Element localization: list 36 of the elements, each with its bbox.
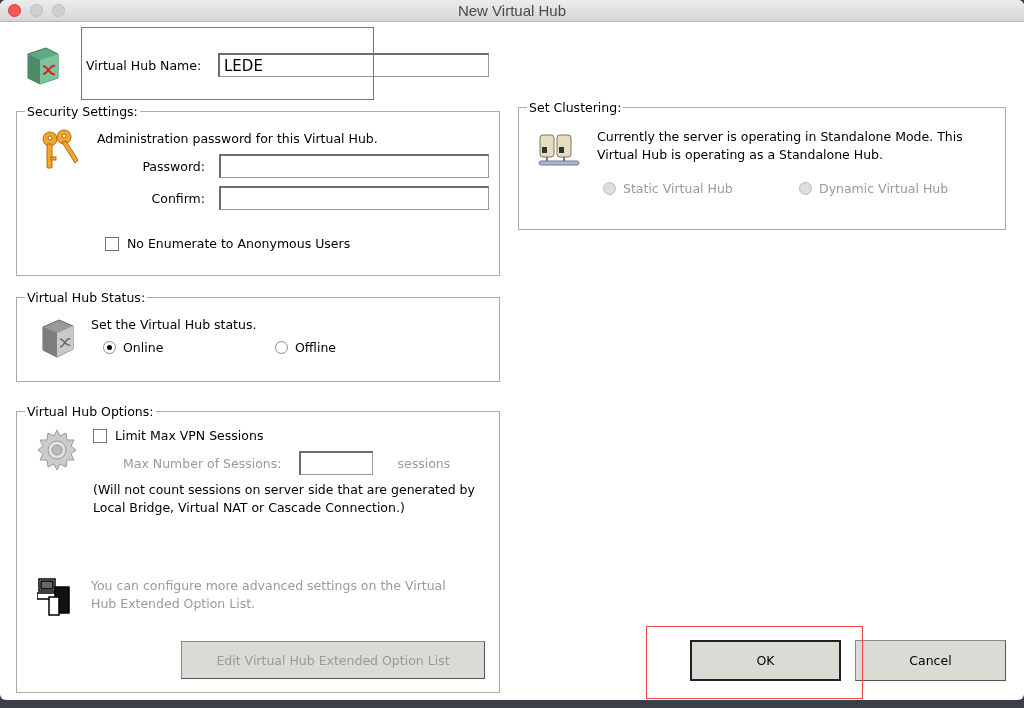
checkbox[interactable] (93, 428, 107, 443)
gear-icon (37, 429, 77, 471)
description-text: Set the Virtual Hub status. (91, 317, 258, 332)
field-label: Max Number of Sessions: (123, 455, 282, 471)
description-text: Currently the server is operating in Standalone Mode. This Virtual Hub is operating as a Standalone Hub. (597, 128, 964, 164)
checkbox-label: Limit Max VPN Sessions (115, 428, 264, 443)
description-text: You can configure more advanced settings on the Virtual Hub Extended Option List. (91, 577, 447, 613)
checkbox-label: No Enumerate to Anonymous Users (127, 236, 351, 251)
note-text: (Will not count sessions on server side that are generated by Local Bridge, Virtual NAT or Cascade Connection.) (93, 481, 476, 517)
unit-label: sessions (397, 455, 451, 471)
hub-icon (39, 317, 75, 359)
group-title: Virtual Hub Options: (26, 404, 155, 419)
group-title: Security Settings: (26, 104, 139, 119)
window-title: New Virtual Hub (457, 2, 567, 19)
radio-button[interactable] (103, 341, 116, 354)
group-title: Set Clustering: (528, 100, 623, 115)
description-text: Administration password for this Virtual Hub. (97, 131, 379, 146)
radio-button[interactable] (275, 341, 288, 354)
radio-label: Offline (295, 340, 336, 355)
dialog-button[interactable]: Cancel (855, 640, 1006, 681)
radio-label: Static Virtual Hub (623, 181, 733, 196)
radio-label: Dynamic Virtual Hub (819, 181, 949, 196)
hub-name-field[interactable]: LEDE (218, 53, 489, 77)
field-label: Confirm: (151, 190, 205, 206)
computer-icon (37, 577, 71, 617)
field-label: Password: (142, 158, 205, 174)
servers-icon (537, 131, 581, 167)
close-button[interactable] (8, 4, 21, 17)
checkbox[interactable] (105, 236, 119, 251)
radio-label: Online (123, 340, 164, 355)
field-label: Virtual Hub Name: (86, 57, 203, 73)
password-field[interactable] (219, 186, 489, 210)
dialog-button[interactable]: OK (690, 640, 841, 681)
group-title: Virtual Hub Status: (26, 290, 147, 305)
password-field[interactable] (219, 154, 489, 178)
keys-icon (39, 129, 81, 171)
